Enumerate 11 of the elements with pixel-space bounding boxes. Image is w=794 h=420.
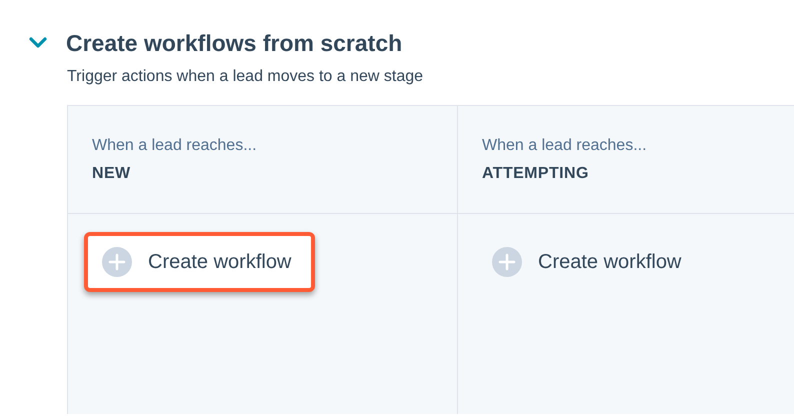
section-title: Create workflows from scratch: [66, 29, 402, 58]
stage-caption: When a lead reaches...: [92, 136, 257, 156]
stage-caption: When a lead reaches...: [482, 136, 647, 156]
plus-circle-icon: [492, 246, 522, 276]
stage-name: ATTEMPTING: [482, 164, 589, 184]
chevron-icon[interactable]: [28, 36, 48, 50]
stage-name: NEW: [92, 164, 131, 184]
create-workflow-button[interactable]: Create workflow: [474, 232, 706, 292]
create-workflow-button[interactable]: Create workflow: [84, 232, 316, 292]
plus-circle-icon: [102, 246, 132, 276]
section-subtitle: Trigger actions when a lead moves to a new stage: [66, 66, 424, 86]
